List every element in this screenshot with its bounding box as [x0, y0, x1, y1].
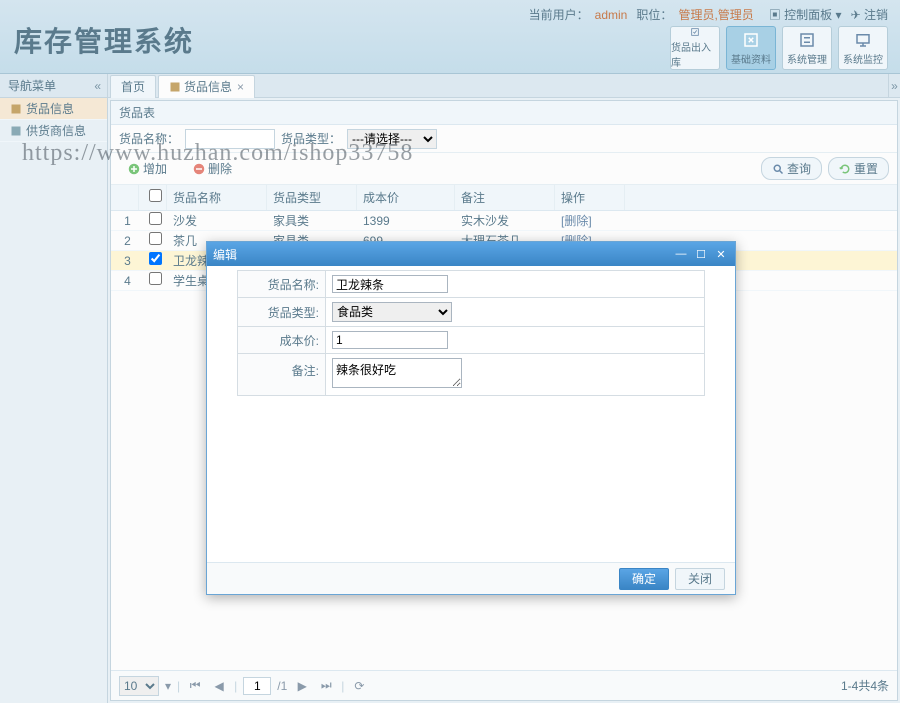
row-num: 1: [111, 211, 139, 230]
user-info: 当前用户： admin 职位： 管理员,管理员 ▣ 控制面板 ▾ ✈ 注销: [523, 6, 888, 23]
close-button[interactable]: 关闭: [675, 568, 725, 590]
settings-icon: [798, 31, 816, 49]
top-nav-inout[interactable]: 货品出入库: [670, 26, 720, 70]
page-size-select[interactable]: 10: [119, 676, 159, 696]
first-page-icon[interactable]: ⏮: [186, 677, 204, 695]
prev-page-icon[interactable]: ◀: [210, 677, 228, 695]
dialog-title: 编辑: [213, 246, 673, 263]
row-name: 沙发: [167, 211, 267, 230]
row-checkbox[interactable]: [139, 271, 167, 290]
logout-link[interactable]: ✈ 注销: [851, 8, 888, 22]
row-remark: 实木沙发: [455, 211, 555, 230]
form-remark-input[interactable]: [332, 358, 462, 388]
tab-close-icon[interactable]: ×: [237, 76, 244, 99]
col-checkbox[interactable]: [139, 185, 167, 210]
username[interactable]: admin: [595, 8, 628, 22]
sidebar-title: 导航菜单 «: [0, 74, 107, 98]
col-price[interactable]: 成本价: [357, 185, 455, 210]
query-button[interactable]: 查询: [761, 157, 822, 180]
plus-icon: [128, 163, 140, 175]
control-panel-dropdown[interactable]: ▣ 控制面板 ▾: [763, 8, 842, 22]
row-num: 4: [111, 271, 139, 290]
top-nav-base[interactable]: 基础资料: [726, 26, 776, 70]
monitor-icon: [854, 31, 872, 49]
delete-link[interactable]: [删除]: [561, 214, 592, 228]
tab-bar: 首页 货品信息 ×: [108, 74, 900, 98]
app-logo: 库存管理系统: [14, 20, 194, 60]
add-button[interactable]: 增加: [119, 156, 176, 181]
current-user-label: 当前用户：: [529, 8, 589, 22]
total-pages: /1: [277, 679, 287, 693]
row-num: 3: [111, 251, 139, 270]
page-icon: [10, 125, 22, 137]
col-remark[interactable]: 备注: [455, 185, 555, 210]
row-num: 2: [111, 231, 139, 250]
sidebar-item-goods[interactable]: 货品信息: [0, 98, 107, 120]
edit-icon: [686, 27, 704, 37]
close-icon[interactable]: ✕: [713, 247, 729, 261]
reset-button[interactable]: 重置: [828, 157, 889, 180]
search-name-label: 货品名称：: [119, 130, 179, 147]
page-input[interactable]: [243, 677, 271, 695]
panel-title: 货品表: [111, 101, 897, 125]
form-price-input[interactable]: [332, 331, 448, 349]
next-page-icon[interactable]: ▶: [293, 677, 311, 695]
minus-icon: [193, 163, 205, 175]
top-nav-monitor[interactable]: 系统监控: [838, 26, 888, 70]
col-rownum: [111, 185, 139, 210]
col-type[interactable]: 货品类型: [267, 185, 357, 210]
row-checkbox[interactable]: [139, 211, 167, 230]
form-name-label: 货品名称:: [238, 271, 326, 298]
row-type: 家具类: [267, 211, 357, 230]
role-value: 管理员,管理员: [678, 8, 753, 22]
row-checkbox[interactable]: [139, 251, 167, 270]
col-op: 操作: [555, 185, 625, 210]
tab-home[interactable]: 首页: [110, 75, 156, 98]
tab-goods[interactable]: 货品信息 ×: [158, 75, 255, 98]
top-nav-system[interactable]: 系统管理: [782, 26, 832, 70]
minimize-icon[interactable]: —: [673, 247, 689, 261]
pager-info: 1-4共4条: [841, 677, 889, 694]
form-remark-label: 备注:: [238, 354, 326, 396]
form-name-input[interactable]: [332, 275, 448, 293]
sidebar: 导航菜单 « 货品信息 供货商信息: [0, 74, 108, 703]
page-icon: [169, 81, 181, 93]
maximize-icon[interactable]: ☐: [693, 247, 709, 261]
form-type-select[interactable]: 食品类: [332, 302, 452, 322]
search-icon: [772, 163, 784, 175]
search-type-label: 货品类型：: [281, 130, 341, 147]
edit-icon: [742, 31, 760, 49]
row-checkbox[interactable]: [139, 231, 167, 250]
pager: 10▾ | ⏮ ◀ | /1 ▶ ⏭ | ⟳ 1-4共4条: [111, 670, 897, 700]
search-type-select[interactable]: ---请选择---: [347, 129, 437, 149]
search-name-input[interactable]: [185, 129, 275, 149]
table-row[interactable]: 1 沙发家具类1399实木沙发 [删除]: [111, 211, 897, 231]
sidebar-collapse-icon[interactable]: «: [94, 74, 101, 98]
col-name[interactable]: 货品名称: [167, 185, 267, 210]
form-price-label: 成本价:: [238, 327, 326, 354]
refresh-icon: [839, 163, 851, 175]
ok-button[interactable]: 确定: [619, 568, 669, 590]
row-price: 1399: [357, 211, 455, 230]
sidebar-item-supplier[interactable]: 供货商信息: [0, 120, 107, 142]
page-icon: [10, 103, 22, 115]
last-page-icon[interactable]: ⏭: [317, 677, 335, 695]
refresh-icon[interactable]: ⟳: [350, 677, 368, 695]
right-collapse-icon[interactable]: »: [888, 74, 900, 98]
delete-button[interactable]: 删除: [184, 156, 241, 181]
edit-dialog: 编辑 — ☐ ✕ 货品名称: 货品类型: 食品类 成本价: 备注:: [206, 241, 736, 595]
form-type-label: 货品类型:: [238, 298, 326, 327]
role-label: 职位：: [636, 8, 672, 22]
